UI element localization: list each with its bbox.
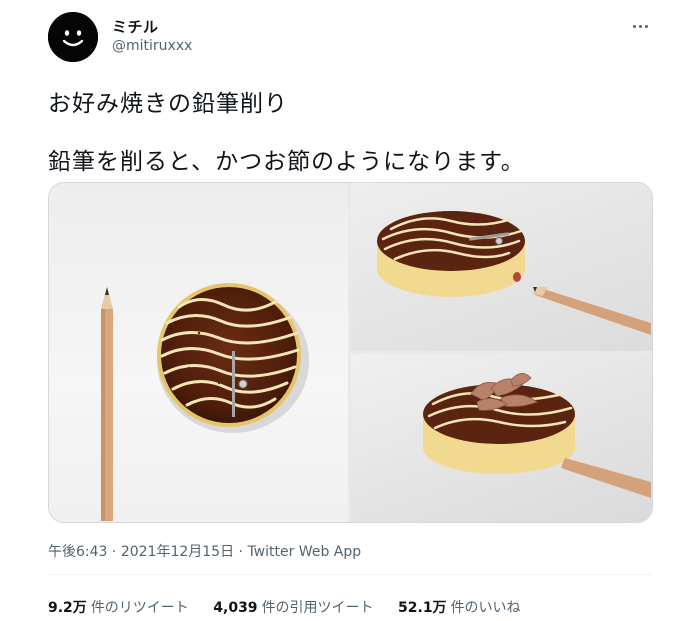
likes-count: 52.1万 <box>398 600 447 616</box>
divider <box>48 574 652 575</box>
quotes-label: 件の引用ツイート <box>261 600 374 616</box>
avatar[interactable] <box>48 12 98 62</box>
likes-stat[interactable]: 52.1万 件のいいね <box>398 597 521 617</box>
tweet-date[interactable]: 2021年12月15日 <box>121 544 234 560</box>
media-photo-2[interactable] <box>351 183 652 351</box>
retweets-stat[interactable]: 9.2万 件のリツイート <box>48 597 189 617</box>
more-dot <box>644 24 648 28</box>
sharpener-top-view-illustration <box>101 283 309 521</box>
more-dot <box>638 24 642 28</box>
retweets-label: 件のリツイート <box>90 600 189 616</box>
quotes-stat[interactable]: 4,039 件の引用ツイート <box>213 597 373 617</box>
media-photo-1[interactable] <box>49 183 348 522</box>
meta-separator: · <box>111 544 117 560</box>
tweet-stats: 9.2万 件のリツイート 4,039 件の引用ツイート 52.1万 件のいいね <box>48 597 541 617</box>
tweet-time[interactable]: 午後6:43 <box>48 544 107 560</box>
user-handle[interactable]: @mitiruxxx <box>112 38 192 54</box>
smiley-avatar-icon <box>48 12 98 62</box>
likes-label: 件のいいね <box>450 600 521 616</box>
sharpener-side-view-illustration <box>377 211 651 335</box>
media-photo-3[interactable] <box>351 354 652 522</box>
tweet-meta: 午後6:43 · 2021年12月15日 · Twitter Web App <box>48 541 361 561</box>
tweet-text-line-2: 鉛筆を削ると、かつお節のようになります。 <box>48 149 525 175</box>
display-name[interactable]: ミチル <box>112 16 159 37</box>
tweet-text-line-1: お好み焼きの鉛筆削り <box>48 91 288 117</box>
retweets-count: 9.2万 <box>48 600 87 616</box>
meta-separator: · <box>238 544 243 560</box>
more-dot <box>632 24 636 28</box>
tweet: ミチル @mitiruxxx お好み焼きの鉛筆削り 鉛筆を削ると、かつお節のよう… <box>0 0 700 621</box>
tweet-client[interactable]: Twitter Web App <box>247 544 361 560</box>
shavings-illustration <box>423 373 651 498</box>
media-grid <box>48 182 653 523</box>
quotes-count: 4,039 <box>213 600 258 616</box>
more-options-icon[interactable] <box>628 14 652 38</box>
